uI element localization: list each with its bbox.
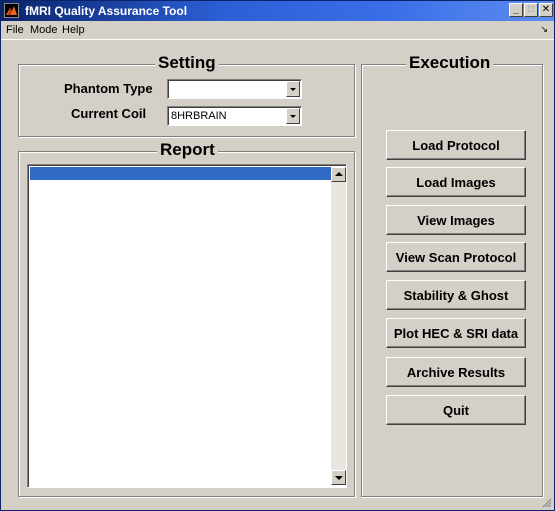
current-coil-select[interactable]: 8HRBRAIN [167,106,302,126]
phantom-type-label: Phantom Type [64,81,153,96]
maximize-button[interactable]: □ [524,3,538,17]
resize-grip-icon[interactable] [542,498,552,508]
load-protocol-button[interactable]: Load Protocol [386,130,526,160]
current-coil-value: 8HRBRAIN [171,110,227,122]
report-scrollbar[interactable] [331,167,346,485]
matlab-icon [4,3,19,18]
window-title: fMRI Quality Assurance Tool [25,4,188,18]
phantom-type-select[interactable] [167,79,302,99]
chevron-down-icon[interactable] [286,108,300,124]
close-button[interactable]: ✕ [539,3,553,17]
archive-results-button[interactable]: Archive Results [386,357,526,387]
menu-mode[interactable]: Mode [30,24,58,36]
menu-bar: File Mode Help ↘ [1,21,554,40]
menu-help[interactable]: Help [62,24,85,36]
report-title: Report [157,140,218,160]
dock-arrow-icon[interactable]: ↘ [540,24,548,35]
menu-file[interactable]: File [6,24,24,36]
quit-button[interactable]: Quit [386,395,526,425]
stability-ghost-button[interactable]: Stability & Ghost [386,280,526,310]
load-images-button[interactable]: Load Images [386,167,526,197]
current-coil-label: Current Coil [71,106,147,121]
execution-title: Execution [406,53,494,73]
scroll-down-icon[interactable] [331,470,346,485]
setting-panel [18,64,355,137]
scroll-up-icon[interactable] [331,167,346,182]
plot-hec-sri-button[interactable]: Plot HEC & SRI data [386,318,526,348]
selected-row[interactable] [30,167,331,180]
setting-title: Setting [155,53,219,73]
view-scan-protocol-button[interactable]: View Scan Protocol [386,242,526,272]
main-window: fMRI Quality Assurance Tool _ □ ✕ File M… [0,0,555,511]
report-listbox[interactable] [27,164,347,488]
view-images-button[interactable]: View Images [386,205,526,235]
minimize-button[interactable]: _ [509,3,523,17]
title-bar[interactable]: fMRI Quality Assurance Tool _ □ ✕ [1,1,554,21]
chevron-down-icon[interactable] [286,81,300,97]
